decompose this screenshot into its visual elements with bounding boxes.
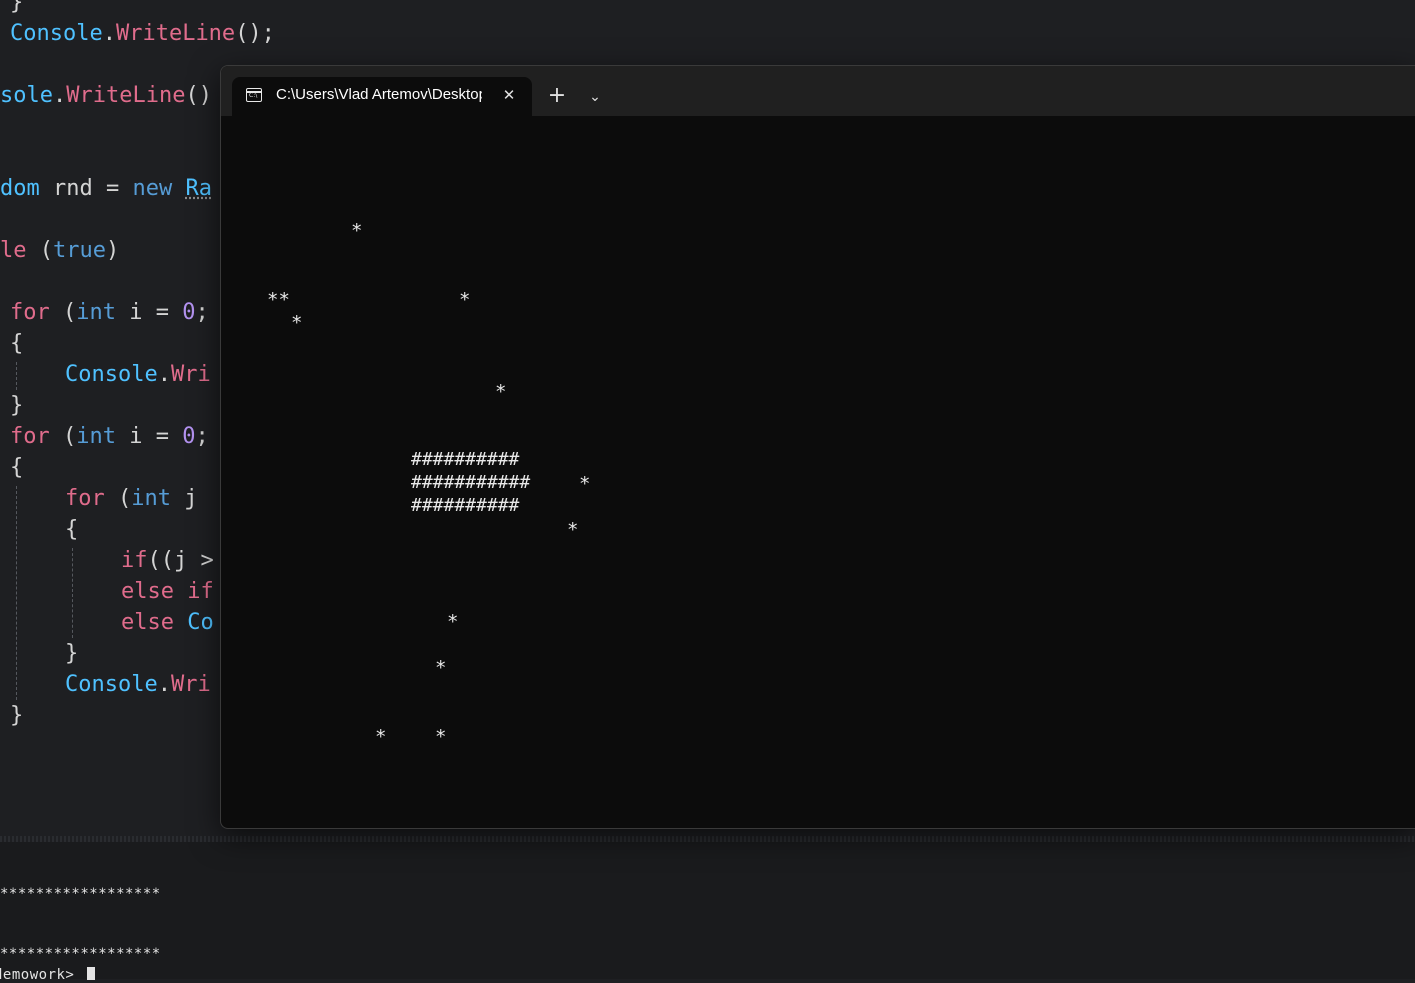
terminal-window[interactable]: C:\ C:\Users\Vlad Artemov\Desktop ✕ + ⌄ … bbox=[220, 65, 1415, 829]
chevron-down-icon[interactable]: ⌄ bbox=[581, 83, 609, 111]
code-line: if((j > bbox=[121, 548, 214, 573]
code-line: } bbox=[10, 393, 24, 418]
code-line: } bbox=[65, 641, 79, 666]
code-line: } bbox=[10, 0, 24, 15]
code-line: for (int i = 0; bbox=[10, 300, 209, 325]
panel-prompt: demowork> bbox=[0, 967, 84, 983]
star-char: * bbox=[435, 657, 447, 679]
title-bar[interactable]: C:\ C:\Users\Vlad Artemov\Desktop ✕ + ⌄ bbox=[221, 66, 1415, 116]
indent-guide bbox=[72, 548, 73, 638]
code-line: { bbox=[10, 455, 24, 480]
code-line: } bbox=[10, 703, 24, 728]
star-char: * bbox=[567, 519, 579, 541]
console-output[interactable]: * ** * * * ########## ########### * ####… bbox=[221, 116, 1415, 828]
hash-row: ########## bbox=[411, 449, 520, 470]
code-line: { bbox=[10, 331, 24, 356]
close-icon[interactable]: ✕ bbox=[500, 86, 518, 104]
star-char: * bbox=[351, 220, 363, 242]
code-line: le (true) bbox=[0, 238, 120, 263]
panel-output-line: ****************** bbox=[0, 886, 161, 902]
terminal-tab[interactable]: C:\ C:\Users\Vlad Artemov\Desktop ✕ bbox=[232, 77, 532, 116]
tab-title: C:\Users\Vlad Artemov\Desktop bbox=[276, 86, 482, 103]
code-line: Console.Wri bbox=[65, 672, 211, 697]
code-line: sole.WriteLine() bbox=[0, 83, 212, 108]
panel-divider[interactable] bbox=[0, 836, 1415, 842]
star-char: * bbox=[291, 312, 303, 334]
indent-guide bbox=[16, 362, 17, 390]
code-line: Console.Wri bbox=[65, 362, 211, 387]
block-cursor bbox=[87, 967, 96, 980]
star-char: * bbox=[495, 381, 507, 403]
hash-row: ########### bbox=[411, 472, 531, 493]
star-char: ** bbox=[267, 289, 290, 311]
code-line: else Co bbox=[121, 610, 214, 635]
panel-output-line: ****************** bbox=[0, 946, 161, 962]
code-line: for (int i = 0; bbox=[10, 424, 209, 449]
code-line: for (int j bbox=[65, 486, 211, 511]
panel-prompt-line: demowork> bbox=[0, 967, 96, 983]
integrated-terminal-panel[interactable]: ****************** ****************** de… bbox=[0, 836, 1415, 983]
cmd-icon: C:\ bbox=[246, 88, 262, 102]
hash-row: ########## bbox=[411, 495, 520, 516]
star-char: * bbox=[459, 289, 471, 311]
code-line: dom rnd = new Ra bbox=[0, 176, 212, 201]
new-tab-button[interactable]: + bbox=[543, 83, 571, 111]
code-line: Console.WriteLine(); bbox=[10, 21, 275, 46]
indent-guide bbox=[16, 486, 17, 700]
star-char: * bbox=[447, 611, 459, 633]
star-char: * bbox=[435, 726, 447, 748]
code-line: { bbox=[65, 517, 79, 542]
star-char: * bbox=[579, 473, 591, 495]
star-char: * bbox=[375, 726, 387, 748]
code-line: else if bbox=[121, 579, 214, 604]
